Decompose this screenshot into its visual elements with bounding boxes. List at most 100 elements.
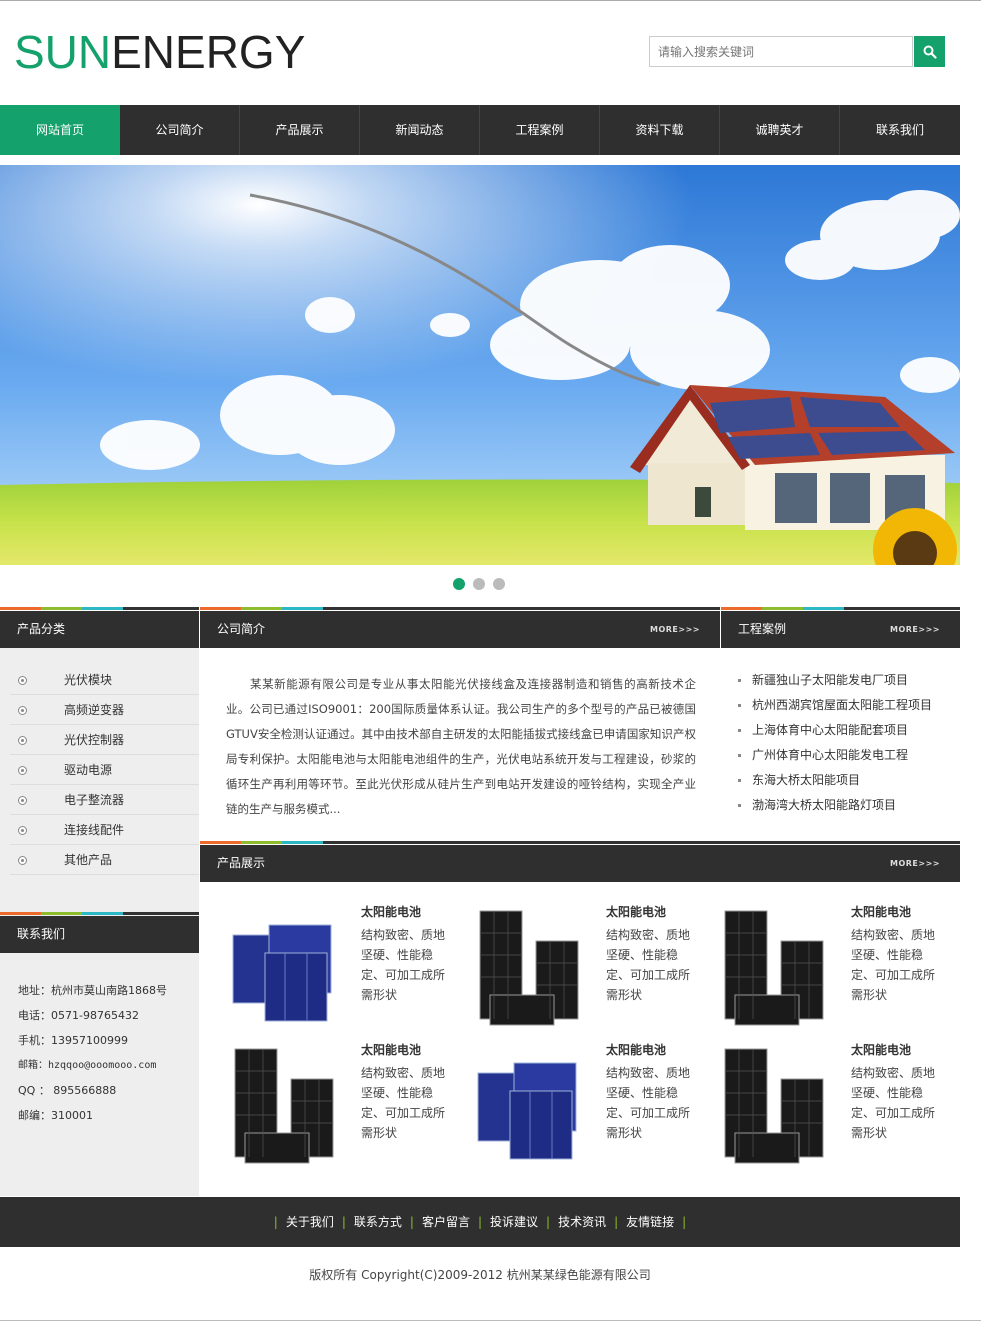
category-item[interactable]: 连接线配件 — [10, 815, 199, 845]
cases-header: 工程案例 MORE>>> — [721, 611, 960, 648]
product-title: 太阳能电池 — [851, 905, 912, 919]
contact-header: 联系我们 — [0, 916, 199, 953]
about-text: 某某新能源有限公司是专业从事太阳能光伏接线盒及连接器制造和销售的高新技术企业。公… — [226, 677, 696, 816]
category-label: 驱动电源 — [64, 763, 113, 777]
product-card[interactable]: 太阳能电池 结构致密、质地坚硬、性能稳定、可加工成所需形状 — [225, 1041, 465, 1171]
product-card[interactable]: 太阳能电池 结构致密、质地坚硬、性能稳定、可加工成所需形状 — [715, 1041, 955, 1171]
about-title: 公司简介 — [217, 622, 266, 636]
product-title: 太阳能电池 — [851, 1043, 912, 1057]
logo[interactable]: SUNENERGY — [14, 28, 305, 76]
category-item[interactable]: 其他产品 — [10, 845, 199, 875]
categories-header: 产品分类 — [0, 611, 199, 648]
category-label: 光伏模块 — [64, 673, 113, 687]
product-image-black-panels — [234, 1048, 334, 1164]
product-card[interactable]: 太阳能电池 结构致密、质地坚硬、性能稳定、可加工成所需形状 — [225, 903, 465, 1033]
nav-products[interactable]: 产品展示 — [240, 105, 360, 155]
contact-zip: 邮编：310001 — [18, 1109, 93, 1122]
bullet-icon — [18, 706, 27, 715]
category-label: 光伏控制器 — [64, 733, 125, 747]
bullet-icon — [18, 736, 27, 745]
product-desc: 结构致密、质地坚硬、性能稳定、可加工成所需形状 — [606, 1066, 691, 1140]
nav-about[interactable]: 公司简介 — [120, 105, 240, 155]
search-icon — [923, 45, 937, 59]
footer-link-complaint[interactable]: 投诉建议 — [490, 1215, 538, 1229]
contact-phone: 电话：0571-98765432 — [18, 1009, 139, 1022]
nav-careers[interactable]: 诚聘英才 — [720, 105, 840, 155]
color-stripe — [0, 607, 199, 610]
category-label: 其他产品 — [64, 853, 113, 867]
case-item[interactable]: 新疆独山子太阳能发电厂项目 — [738, 668, 960, 693]
product-image-black-panels — [724, 1048, 824, 1164]
footer-link-about[interactable]: 关于我们 — [286, 1215, 334, 1229]
contact-qq: QQ ： 895566888 — [18, 1084, 117, 1097]
case-item[interactable]: 广州体育中心太阳能发电工程 — [738, 743, 960, 768]
bullet-icon — [18, 856, 27, 865]
color-stripe — [200, 607, 720, 610]
product-card[interactable]: 太阳能电池 结构致密、质地坚硬、性能稳定、可加工成所需形状 — [470, 903, 710, 1033]
case-item[interactable]: 东海大桥太阳能项目 — [738, 768, 960, 793]
banner-pagination — [453, 578, 505, 590]
contact-mobile: 手机：13957100999 — [18, 1034, 128, 1047]
bullet-icon — [18, 826, 27, 835]
category-label: 电子整流器 — [64, 793, 125, 807]
product-title: 太阳能电池 — [606, 905, 667, 919]
category-item[interactable]: 光伏控制器 — [10, 725, 199, 755]
hero-banner[interactable] — [0, 165, 960, 565]
nav-news[interactable]: 新闻动态 — [360, 105, 480, 155]
nav-home[interactable]: 网站首页 — [0, 105, 120, 155]
category-item[interactable]: 光伏模块 — [10, 665, 199, 695]
footer-link-contact[interactable]: 联系方式 — [354, 1215, 402, 1229]
contact-info: 地址：杭州市莫山南路1868号 电话：0571-98765432 手机：1395… — [18, 978, 198, 1128]
product-title: 太阳能电池 — [361, 1043, 422, 1057]
color-stripe — [0, 912, 199, 915]
category-item[interactable]: 高频逆变器 — [10, 695, 199, 725]
nav-downloads[interactable]: 资料下载 — [600, 105, 720, 155]
copyright: 版权所有 Copyright(C)2009-2012 杭州某某绿色能源有限公司 — [309, 1268, 651, 1282]
bullet-icon — [18, 676, 27, 685]
bullet-icon — [18, 796, 27, 805]
footer-link-message[interactable]: 客户留言 — [422, 1215, 470, 1229]
product-card[interactable]: 太阳能电池 结构致密、质地坚硬、性能稳定、可加工成所需形状 — [470, 1041, 710, 1171]
banner-image — [0, 165, 960, 565]
footer-link-friends[interactable]: 友情链接 — [626, 1215, 674, 1229]
search-input[interactable] — [649, 36, 913, 67]
products-more-link[interactable]: MORE>>> — [890, 845, 940, 882]
cases-more-link[interactable]: MORE>>> — [890, 611, 940, 648]
category-item[interactable]: 驱动电源 — [10, 755, 199, 785]
banner-dot-3[interactable] — [493, 578, 505, 590]
product-desc: 结构致密、质地坚硬、性能稳定、可加工成所需形状 — [851, 928, 936, 1002]
product-title: 太阳能电池 — [361, 905, 422, 919]
bottom-border — [0, 1320, 981, 1321]
cases-title: 工程案例 — [738, 622, 787, 636]
banner-dot-1[interactable] — [453, 578, 465, 590]
category-item[interactable]: 电子整流器 — [10, 785, 199, 815]
product-desc: 结构致密、质地坚硬、性能稳定、可加工成所需形状 — [606, 928, 691, 1002]
product-image-blue-cells — [232, 924, 332, 1022]
footer-link-tech[interactable]: 技术资讯 — [558, 1215, 606, 1229]
color-stripe — [200, 841, 960, 844]
bullet-icon — [18, 766, 27, 775]
cases-list: 新疆独山子太阳能发电厂项目 杭州西湖宾馆屋面太阳能工程项目 上海体育中心太阳能配… — [738, 668, 960, 818]
product-desc: 结构致密、质地坚硬、性能稳定、可加工成所需形状 — [361, 928, 446, 1002]
about-more-link[interactable]: MORE>>> — [650, 611, 700, 648]
product-image-blue-cells — [477, 1062, 577, 1160]
case-item[interactable]: 上海体育中心太阳能配套项目 — [738, 718, 960, 743]
contact-address: 地址：杭州市莫山南路1868号 — [18, 984, 167, 997]
nav-contact[interactable]: 联系我们 — [840, 105, 960, 155]
category-list: 光伏模块 高频逆变器 光伏控制器 驱动电源 电子整流器 连接线配件 其他产品 — [10, 665, 199, 875]
product-desc: 结构致密、质地坚硬、性能稳定、可加工成所需形状 — [361, 1066, 446, 1140]
contact-email: 邮箱：hzqqoo@ooomooo.com — [18, 1060, 157, 1071]
categories-title: 产品分类 — [17, 622, 66, 636]
search-button[interactable] — [914, 36, 945, 67]
category-label: 高频逆变器 — [64, 703, 125, 717]
products-title: 产品展示 — [217, 856, 266, 870]
case-item[interactable]: 渤海湾大桥太阳能路灯项目 — [738, 793, 960, 818]
banner-dot-2[interactable] — [473, 578, 485, 590]
main-nav: 网站首页 公司简介 产品展示 新闻动态 工程案例 资料下载 诚聘英才 联系我们 — [0, 105, 960, 155]
case-item[interactable]: 杭州西湖宾馆屋面太阳能工程项目 — [738, 693, 960, 718]
top-border — [0, 0, 981, 1]
product-card[interactable]: 太阳能电池 结构致密、质地坚硬、性能稳定、可加工成所需形状 — [715, 903, 955, 1033]
product-image-black-panels — [724, 910, 824, 1026]
products-header: 产品展示 MORE>>> — [200, 845, 960, 882]
nav-cases[interactable]: 工程案例 — [480, 105, 600, 155]
